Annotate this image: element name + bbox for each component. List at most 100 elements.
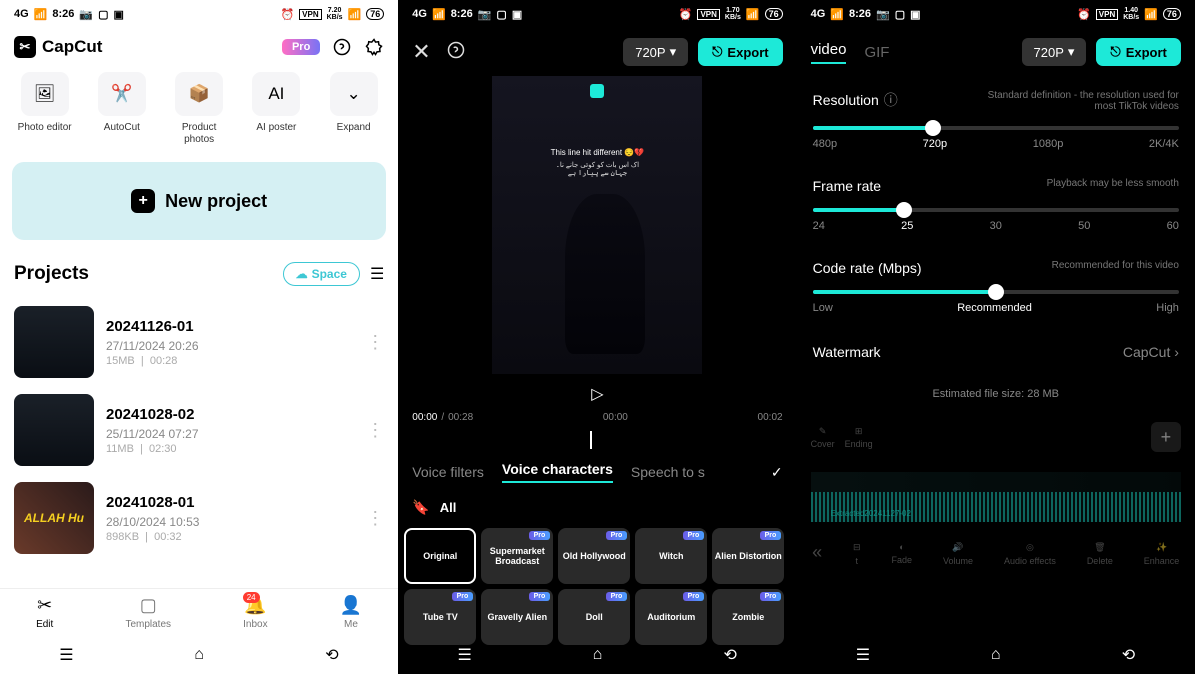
export-icon: ⎋: [712, 44, 722, 60]
status-bar: 4G📶8:26📷▢▣ ⏰VPN1.70KB/s📶76: [398, 0, 796, 28]
photo-editor-tool[interactable]: 🖼Photo editor: [12, 72, 78, 146]
framerate-slider[interactable]: [813, 208, 1179, 212]
project-item[interactable]: 20241028-02 25/11/2024 07:27 11MB | 02:3…: [14, 386, 384, 474]
nav-templates[interactable]: ▢Templates: [125, 595, 171, 630]
project-item[interactable]: 20241126-01 27/11/2024 20:26 15MB | 00:2…: [14, 298, 384, 386]
android-menu[interactable]: ☰: [454, 644, 476, 666]
space-button[interactable]: ☁Space: [283, 262, 360, 286]
delete-tool[interactable]: 🗑Delete: [1087, 542, 1113, 566]
more-icon[interactable]: ⋮: [366, 420, 384, 441]
volume-tool[interactable]: 🔊Volume: [943, 542, 973, 566]
video-preview[interactable]: This line hit different 😔💔 اک اس بات کو …: [492, 76, 702, 374]
tool-row: 🖼Photo editor ✂️AutoCut 📦Product photos …: [0, 66, 398, 152]
more-icon[interactable]: ⋮: [366, 332, 384, 353]
export-icon: ⎋: [1110, 44, 1120, 60]
add-button[interactable]: +: [1151, 422, 1181, 452]
plus-square-icon: ⊞: [855, 426, 863, 437]
voice-old-hollywood[interactable]: ProOld Hollywood: [558, 528, 630, 584]
cover-tool[interactable]: ✎Cover: [811, 426, 835, 449]
android-home[interactable]: ⌂: [188, 644, 210, 666]
enhance-icon: ✨: [1156, 542, 1167, 553]
voice-supermarket[interactable]: ProSupermarket Broadcast: [481, 528, 553, 584]
android-menu[interactable]: ☰: [852, 644, 874, 666]
nav-inbox[interactable]: 24🔔Inbox: [243, 595, 267, 630]
fade-tool[interactable]: ◐Fade: [892, 542, 913, 566]
product-photos-tool[interactable]: 📦Product photos: [166, 72, 232, 146]
help-icon[interactable]: [447, 41, 465, 64]
new-project-button[interactable]: + New project: [12, 162, 386, 240]
ending-tool[interactable]: ⊞Ending: [845, 426, 873, 449]
android-back[interactable]: ⟲: [1118, 644, 1140, 666]
nav-edit[interactable]: ✂Edit: [36, 595, 53, 630]
effects-icon: ◎: [1026, 542, 1034, 553]
resolution-dropdown[interactable]: 720P▾: [623, 38, 688, 66]
project-item[interactable]: ALLAH Hu 20241028-01 28/10/2024 10:53 89…: [14, 474, 384, 562]
framerate-label: Frame rate: [813, 178, 881, 194]
bottom-nav: ✂Edit ▢Templates 24🔔Inbox 👤Me: [0, 588, 398, 636]
chevron-left-icon: «: [812, 542, 822, 563]
app-title: CapCut: [42, 37, 102, 57]
project-thumbnail: ALLAH Hu: [14, 482, 94, 554]
android-home[interactable]: ⌂: [985, 644, 1007, 666]
split-icon: ⊟: [853, 542, 861, 553]
resolution-label: Resolutionⓘ: [813, 90, 898, 110]
more-icon[interactable]: ⋮: [366, 508, 384, 529]
chevron-down-icon: ▾: [1068, 44, 1075, 60]
playhead[interactable]: [590, 431, 592, 449]
coderate-slider[interactable]: [813, 290, 1179, 294]
expand-tool[interactable]: ⌄Expand: [321, 72, 387, 146]
estimated-size: Estimated file size: 28 MB: [797, 376, 1195, 412]
tab-gif[interactable]: GIF: [864, 44, 889, 61]
enhance-tool[interactable]: ✨Enhance: [1144, 542, 1180, 566]
voice-original[interactable]: Original: [404, 528, 476, 584]
capcut-logo-icon: ✂: [14, 36, 36, 58]
trash-icon: 🗑: [1094, 542, 1105, 553]
resolution-dropdown[interactable]: 720P▾: [1022, 38, 1087, 66]
settings-icon[interactable]: [364, 37, 384, 57]
tab-voice-characters[interactable]: Voice characters: [502, 461, 613, 483]
android-menu[interactable]: ☰: [55, 644, 77, 666]
play-icon[interactable]: ▷: [591, 384, 603, 404]
check-icon[interactable]: ✓: [771, 464, 783, 481]
sort-icon[interactable]: ☰: [370, 264, 384, 284]
android-back[interactable]: ⟲: [321, 644, 343, 666]
watermark-row[interactable]: Watermark CapCut ›: [797, 328, 1195, 376]
status-bar: 4G📶8:26📷▢▣ ⏰VPN7.20KB/s📶76: [0, 0, 398, 28]
tab-video[interactable]: video: [811, 41, 847, 64]
pro-badge[interactable]: Pro: [282, 39, 320, 55]
all-filter[interactable]: All: [440, 500, 457, 515]
split-tool[interactable]: ⊟t: [853, 542, 861, 566]
project-thumbnail: [14, 306, 94, 378]
voice-alien-distortion[interactable]: ProAlien Distortion: [712, 528, 784, 584]
fade-icon: ◐: [899, 542, 904, 552]
nav-me[interactable]: 👤Me: [340, 595, 362, 630]
export-button[interactable]: ⎋Export: [1096, 38, 1180, 66]
close-icon[interactable]: ✕: [412, 39, 430, 65]
scissors-icon: ✂: [37, 595, 52, 616]
back-tool[interactable]: «: [812, 542, 822, 566]
pencil-icon: ✎: [819, 426, 827, 437]
ai-poster-tool[interactable]: AIAI poster: [243, 72, 309, 146]
audio-waveform[interactable]: Extracted20241127-02: [811, 472, 1181, 522]
plus-icon: +: [131, 189, 155, 213]
capcut-watermark-icon: [590, 84, 604, 98]
voice-witch[interactable]: ProWitch: [635, 528, 707, 584]
project-thumbnail: [14, 394, 94, 466]
coderate-label: Code rate (Mbps): [813, 260, 922, 276]
voice-grid: Original ProSupermarket Broadcast ProOld…: [398, 522, 796, 651]
info-icon[interactable]: ⓘ: [884, 90, 898, 110]
audio-effects-tool[interactable]: ◎Audio effects: [1004, 542, 1056, 566]
autocut-tool[interactable]: ✂️AutoCut: [89, 72, 155, 146]
resolution-slider[interactable]: [813, 126, 1179, 130]
app-header: ✂ CapCut Pro: [0, 28, 398, 66]
help-icon[interactable]: [332, 37, 352, 57]
android-back[interactable]: ⟲: [719, 644, 741, 666]
projects-title: Projects: [14, 263, 89, 285]
status-bar: 4G📶8:26📷▢▣ ⏰VPN1.40KB/s📶76: [797, 0, 1195, 28]
tab-speech-to-song[interactable]: Speech to s: [631, 464, 705, 480]
export-button[interactable]: ⎋Export: [698, 38, 782, 66]
tab-voice-filters[interactable]: Voice filters: [412, 464, 484, 480]
android-home[interactable]: ⌂: [586, 644, 608, 666]
timeline-track[interactable]: [412, 431, 782, 451]
bookmark-icon[interactable]: 🔖: [412, 499, 429, 516]
